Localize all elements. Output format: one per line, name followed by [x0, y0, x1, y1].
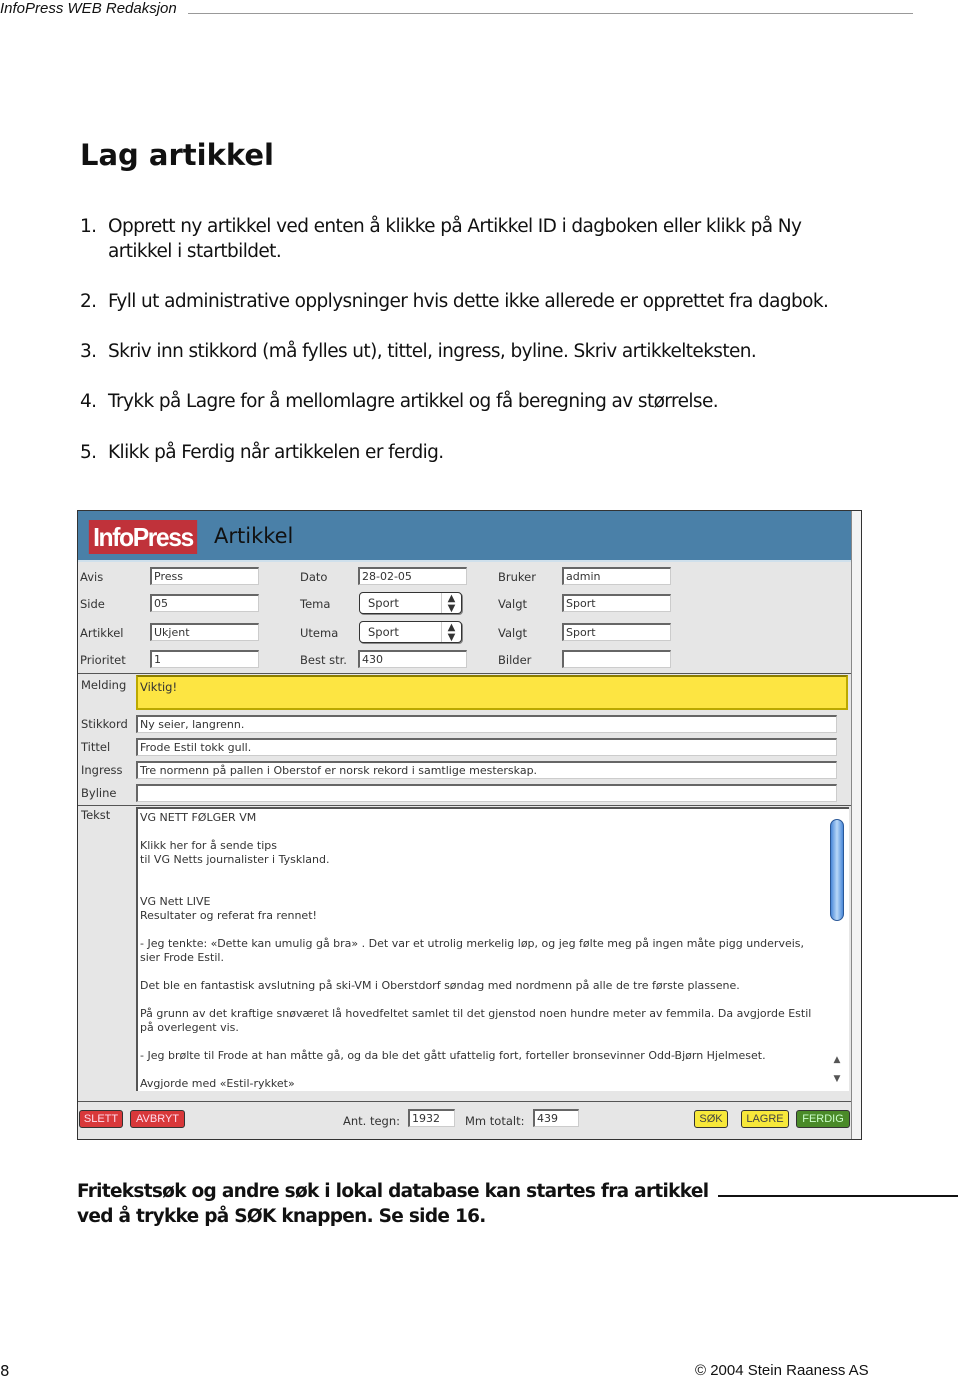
tema-label: Tema [300, 597, 331, 611]
running-header: InfoPress WEB Redaksjon [0, 0, 177, 17]
artikkel-input[interactable]: Ukjent [150, 623, 259, 641]
melding-label: Melding [81, 678, 127, 692]
divider [78, 673, 851, 674]
updown-arrows-icon: ▲ ▼ [441, 593, 461, 614]
updown-arrows-icon: ▲ ▼ [441, 622, 461, 643]
page-title: Lag artikkel [80, 138, 274, 172]
side-input[interactable]: 05 [150, 594, 259, 612]
step-4: 4. Trykk på Lagre for å mellomlagre artik… [80, 389, 840, 414]
step-text: Fyll ut administrative opplysninger hvis… [108, 291, 829, 312]
ingress-label: Ingress [81, 763, 123, 777]
avis-input[interactable]: Press [150, 567, 259, 585]
step-text: Skriv inn stikkord (må fylles ut), titte… [108, 341, 757, 362]
ant-tegn-label: Ant. tegn: [343, 1114, 401, 1128]
step-3: 3. Skriv inn stikkord (må fylles ut), tit… [80, 339, 840, 364]
step-text: Trykk på Lagre for å mellomlagre artikke… [108, 391, 719, 412]
window-edge [851, 511, 861, 1139]
scrollbar-thumb[interactable] [830, 819, 844, 921]
copyright: © 2004 Stein Raaness AS [695, 1362, 869, 1379]
dato-input[interactable]: 28-02-05 [358, 567, 467, 585]
ant-tegn-value: 1932 [408, 1109, 455, 1127]
avbryt-button[interactable]: AVBRYT [130, 1110, 185, 1128]
bruker-label: Bruker [498, 570, 536, 584]
bruker-input[interactable]: admin [562, 567, 671, 585]
header-rule [188, 13, 913, 14]
slett-button[interactable]: SLETT [79, 1110, 123, 1128]
sok-button[interactable]: SØK [694, 1110, 728, 1128]
bilder-label: Bilder [498, 653, 532, 667]
caption-rule [718, 1195, 958, 1197]
app-header: InfoPress Artikkel [78, 511, 851, 562]
page-number: 8 [0, 1362, 10, 1380]
scroll-down-icon[interactable]: ▼ [830, 1071, 844, 1087]
artikkel-label: Artikkel [80, 626, 124, 640]
infopress-logo: InfoPress [88, 520, 198, 554]
step-number: 3. [80, 341, 97, 362]
divider [78, 805, 851, 806]
stikkord-input[interactable]: Ny seier, langrenn. [136, 715, 837, 733]
ferdig-button[interactable]: FERDIG [796, 1110, 850, 1128]
ingress-input[interactable]: Tre normenn på pallen i Oberstof er nors… [136, 761, 837, 779]
valgt-tema-input[interactable]: Sport [562, 594, 671, 612]
tekst-textarea[interactable]: VG NETT FØLGER VM Klikk her for å sende … [136, 807, 849, 1091]
dato-label: Dato [300, 570, 328, 584]
mm-totalt-value: 439 [533, 1109, 579, 1127]
side-label: Side [80, 597, 105, 611]
lagre-button[interactable]: LAGRE [741, 1110, 789, 1128]
best-str-label: Best str. [300, 653, 347, 667]
step-number: 4. [80, 391, 97, 412]
valgt-label: Valgt [498, 626, 528, 640]
step-text: Opprett ny artikkel ved enten å klikke p… [108, 216, 802, 262]
step-text: Klikk på Ferdig når artikkelen er ferdig… [108, 442, 444, 463]
byline-input[interactable] [136, 784, 837, 802]
avis-label: Avis [80, 570, 104, 584]
utema-select[interactable]: Sport ▲ ▼ [359, 621, 462, 643]
byline-label: Byline [81, 786, 117, 800]
figure-caption: Fritekstsøk og andre søk i lokal databas… [77, 1181, 709, 1227]
step-number: 5. [80, 442, 97, 463]
step-number: 1. [80, 216, 97, 237]
mm-totalt-label: Mm totalt: [465, 1114, 525, 1128]
utema-label: Utema [300, 626, 339, 640]
best-str-input[interactable]: 430 [358, 650, 467, 668]
tema-value: Sport [368, 596, 399, 610]
stikkord-label: Stikkord [81, 717, 128, 731]
step-number: 2. [80, 291, 97, 312]
artikkel-screenshot: InfoPress Artikkel Avis Press Side 05 Ar… [77, 510, 862, 1140]
prioritet-label: Prioritet [80, 653, 126, 667]
app-title: Artikkel [214, 524, 294, 548]
utema-value: Sport [368, 625, 399, 639]
bilder-input[interactable] [562, 650, 671, 668]
melding-input[interactable]: Viktig! [136, 675, 848, 710]
prioritet-input[interactable]: 1 [150, 650, 259, 668]
step-1: 1. Opprett ny artikkel ved enten å klikke… [80, 214, 840, 264]
valgt-label: Valgt [498, 597, 528, 611]
step-2: 2. Fyll ut administrative opplysninger hv… [80, 289, 840, 314]
scroll-up-icon[interactable]: ▲ [830, 1052, 844, 1068]
tittel-input[interactable]: Frode Estil tokk gull. [136, 738, 837, 756]
valgt-utema-input[interactable]: Sport [562, 623, 671, 641]
tittel-label: Tittel [81, 740, 111, 754]
tekst-label: Tekst [81, 808, 111, 822]
tema-select[interactable]: Sport ▲ ▼ [359, 592, 462, 614]
step-5: 5. Klikk på Ferdig når artikkelen er ferd… [80, 440, 840, 465]
